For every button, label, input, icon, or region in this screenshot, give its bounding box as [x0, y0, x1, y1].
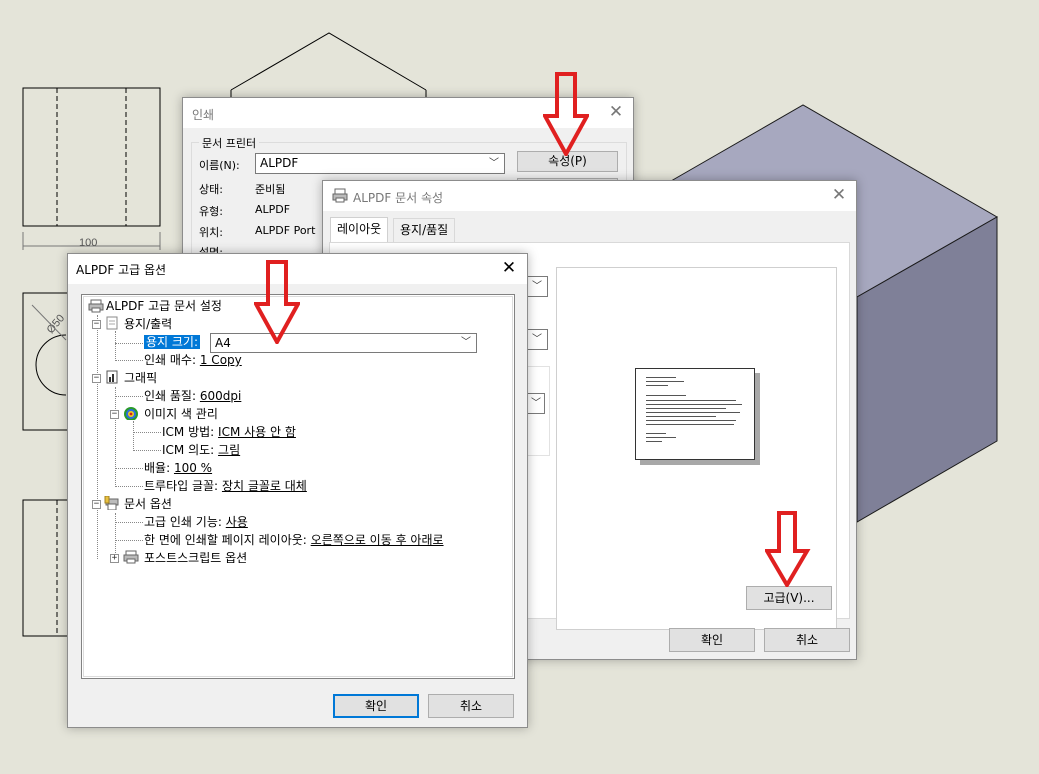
- type-label: 유형:: [199, 205, 223, 218]
- tree-connector: [97, 315, 98, 559]
- scaling-row[interactable]: 배율: 100 %: [144, 460, 212, 476]
- paper-size-value: A4: [215, 336, 231, 350]
- pages-per-sheet-layout-value: 오른쪽으로 이동 후 아래로: [310, 533, 444, 547]
- tab-paper-quality[interactable]: 용지/품질: [393, 218, 456, 242]
- truetype-label: 트루타입 글꼴:: [144, 479, 219, 493]
- icm-method-label: ICM 방법:: [162, 425, 215, 439]
- printer-icon: [332, 188, 348, 203]
- props-cancel-button[interactable]: 취소: [764, 628, 850, 652]
- printer-name-select[interactable]: ALPDF ﹀: [255, 153, 505, 174]
- chevron-down-icon: ﹀: [532, 281, 542, 292]
- advanced-button[interactable]: 고급(V)...: [746, 586, 832, 610]
- chevron-down-icon: ﹀: [461, 337, 471, 348]
- truetype-row[interactable]: 트루타입 글꼴: 장치 글꼴로 대체: [144, 478, 307, 494]
- copies-label: 인쇄 매수:: [144, 353, 197, 367]
- status-label: 상태:: [199, 183, 223, 196]
- tree-root[interactable]: ALPDF 고급 문서 설정: [106, 298, 222, 314]
- tree-icm[interactable]: 이미지 색 관리: [144, 406, 218, 422]
- annotation-arrow-icon: [254, 260, 300, 344]
- chevron-down-icon: ﹀: [531, 398, 541, 409]
- front-view: [22, 87, 161, 227]
- annotation-arrow-icon: [765, 511, 811, 587]
- status-value: 준비됨: [255, 183, 286, 196]
- chevron-down-icon: ﹀: [489, 158, 499, 169]
- where-value: ALPDF Port: [255, 224, 316, 237]
- tab-layout[interactable]: 레이아웃: [330, 217, 389, 243]
- advanced-features-value: 사용: [225, 515, 248, 529]
- tree-connector: [115, 486, 143, 487]
- paper-size-select[interactable]: A4 ﹀: [210, 333, 477, 353]
- collapse-icon[interactable]: −: [110, 410, 119, 419]
- preview-page-image: [635, 368, 755, 460]
- color-management-icon: [124, 407, 138, 420]
- tree-connector: [115, 331, 116, 361]
- pages-per-sheet-layout-label: 한 면에 인쇄할 페이지 레이아웃:: [144, 533, 307, 547]
- tree-connector: [115, 540, 143, 541]
- adv-ok-button[interactable]: 확인: [333, 694, 419, 718]
- print-quality-row[interactable]: 인쇄 품질: 600dpi: [144, 388, 241, 404]
- collapse-icon[interactable]: −: [92, 500, 101, 509]
- settings-tree: ALPDF 고급 문서 설정 − 용지/출력 용지 크기: A4 ﹀ 인쇄 매수…: [81, 294, 515, 679]
- graphics-icon: [106, 370, 118, 384]
- printer-icon: [123, 550, 139, 564]
- tree-connector: [133, 432, 161, 433]
- icm-intent-label: ICM 의도:: [162, 443, 215, 457]
- print-quality-value: 600dpi: [199, 389, 242, 403]
- printer-group-label: 문서 프린터: [199, 135, 260, 151]
- paper-size-row[interactable]: 용지 크기:: [144, 334, 201, 350]
- paper-output-icon: [106, 316, 118, 330]
- annotation-arrow-icon: [543, 72, 589, 156]
- tree-postscript[interactable]: 포스트스크립트 옵션: [144, 550, 247, 566]
- tree-graphics[interactable]: 그래픽: [124, 370, 157, 386]
- where-label: 위치:: [199, 226, 223, 239]
- pages-per-sheet-layout-row[interactable]: 한 면에 인쇄할 페이지 레이아웃: 오른쪽으로 이동 후 아래로: [144, 532, 444, 548]
- tree-connector: [115, 387, 116, 485]
- copies-value: 1 Copy: [199, 353, 242, 367]
- tree-connector: [115, 343, 145, 344]
- print-dialog-title: 인쇄: [192, 108, 215, 122]
- tree-paper-output[interactable]: 용지/출력: [124, 316, 172, 332]
- scaling-label: 배율:: [144, 461, 171, 475]
- tree-connector: [115, 468, 143, 469]
- advanced-features-label: 고급 인쇄 기능:: [144, 515, 222, 529]
- props-ok-button[interactable]: 확인: [669, 628, 755, 652]
- pages-per-sheet-select[interactable]: ﹀: [525, 393, 545, 414]
- expand-icon[interactable]: +: [110, 554, 119, 563]
- tree-connector: [115, 360, 143, 361]
- printer-name-label: 이름(N):: [199, 159, 240, 172]
- icm-method-value: ICM 사용 안 함: [218, 425, 296, 439]
- tree-connector: [133, 421, 134, 451]
- top-view-diamond: [230, 32, 427, 98]
- collapse-icon[interactable]: −: [92, 374, 101, 383]
- adv-dialog-title: ALPDF 고급 옵션: [76, 263, 167, 277]
- close-icon[interactable]: ✕: [828, 185, 850, 205]
- scaling-value: 100 %: [173, 461, 213, 475]
- settings-tree-inner: ALPDF 고급 문서 설정 − 용지/출력 용지 크기: A4 ﹀ 인쇄 매수…: [83, 296, 513, 677]
- chevron-down-icon: ﹀: [532, 334, 542, 345]
- truetype-value: 장치 글꼴로 대체: [221, 479, 307, 493]
- printer-name-value: ALPDF: [260, 156, 299, 170]
- tree-document-options[interactable]: 문서 옵션: [124, 496, 172, 512]
- props-dialog-title: ALPDF 문서 속성: [353, 191, 444, 205]
- close-icon[interactable]: ✕: [498, 258, 520, 278]
- advanced-features-row[interactable]: 고급 인쇄 기능: 사용: [144, 514, 248, 530]
- close-icon[interactable]: ✕: [605, 102, 627, 122]
- dimension-dia50-label: Ø50: [45, 312, 68, 336]
- dimension-100-label: 100: [79, 237, 97, 249]
- tree-connector: [115, 522, 143, 523]
- paper-size-label: 용지 크기:: [144, 335, 201, 349]
- printer-icon: [88, 299, 104, 313]
- document-options-icon: [104, 496, 119, 510]
- collapse-icon[interactable]: −: [92, 320, 101, 329]
- tree-connector: [133, 450, 161, 451]
- print-quality-label: 인쇄 품질:: [144, 389, 197, 403]
- icm-intent-value: 그림: [218, 443, 241, 457]
- adv-cancel-button[interactable]: 취소: [428, 694, 514, 718]
- copies-row[interactable]: 인쇄 매수: 1 Copy: [144, 352, 242, 368]
- props-dialog-titlebar: ALPDF 문서 속성 ✕: [323, 181, 856, 211]
- icm-method-row[interactable]: ICM 방법: ICM 사용 안 함: [162, 424, 296, 440]
- type-value: ALPDF: [255, 203, 291, 216]
- tree-connector: [115, 396, 143, 397]
- icm-intent-row[interactable]: ICM 의도: 그림: [162, 442, 240, 458]
